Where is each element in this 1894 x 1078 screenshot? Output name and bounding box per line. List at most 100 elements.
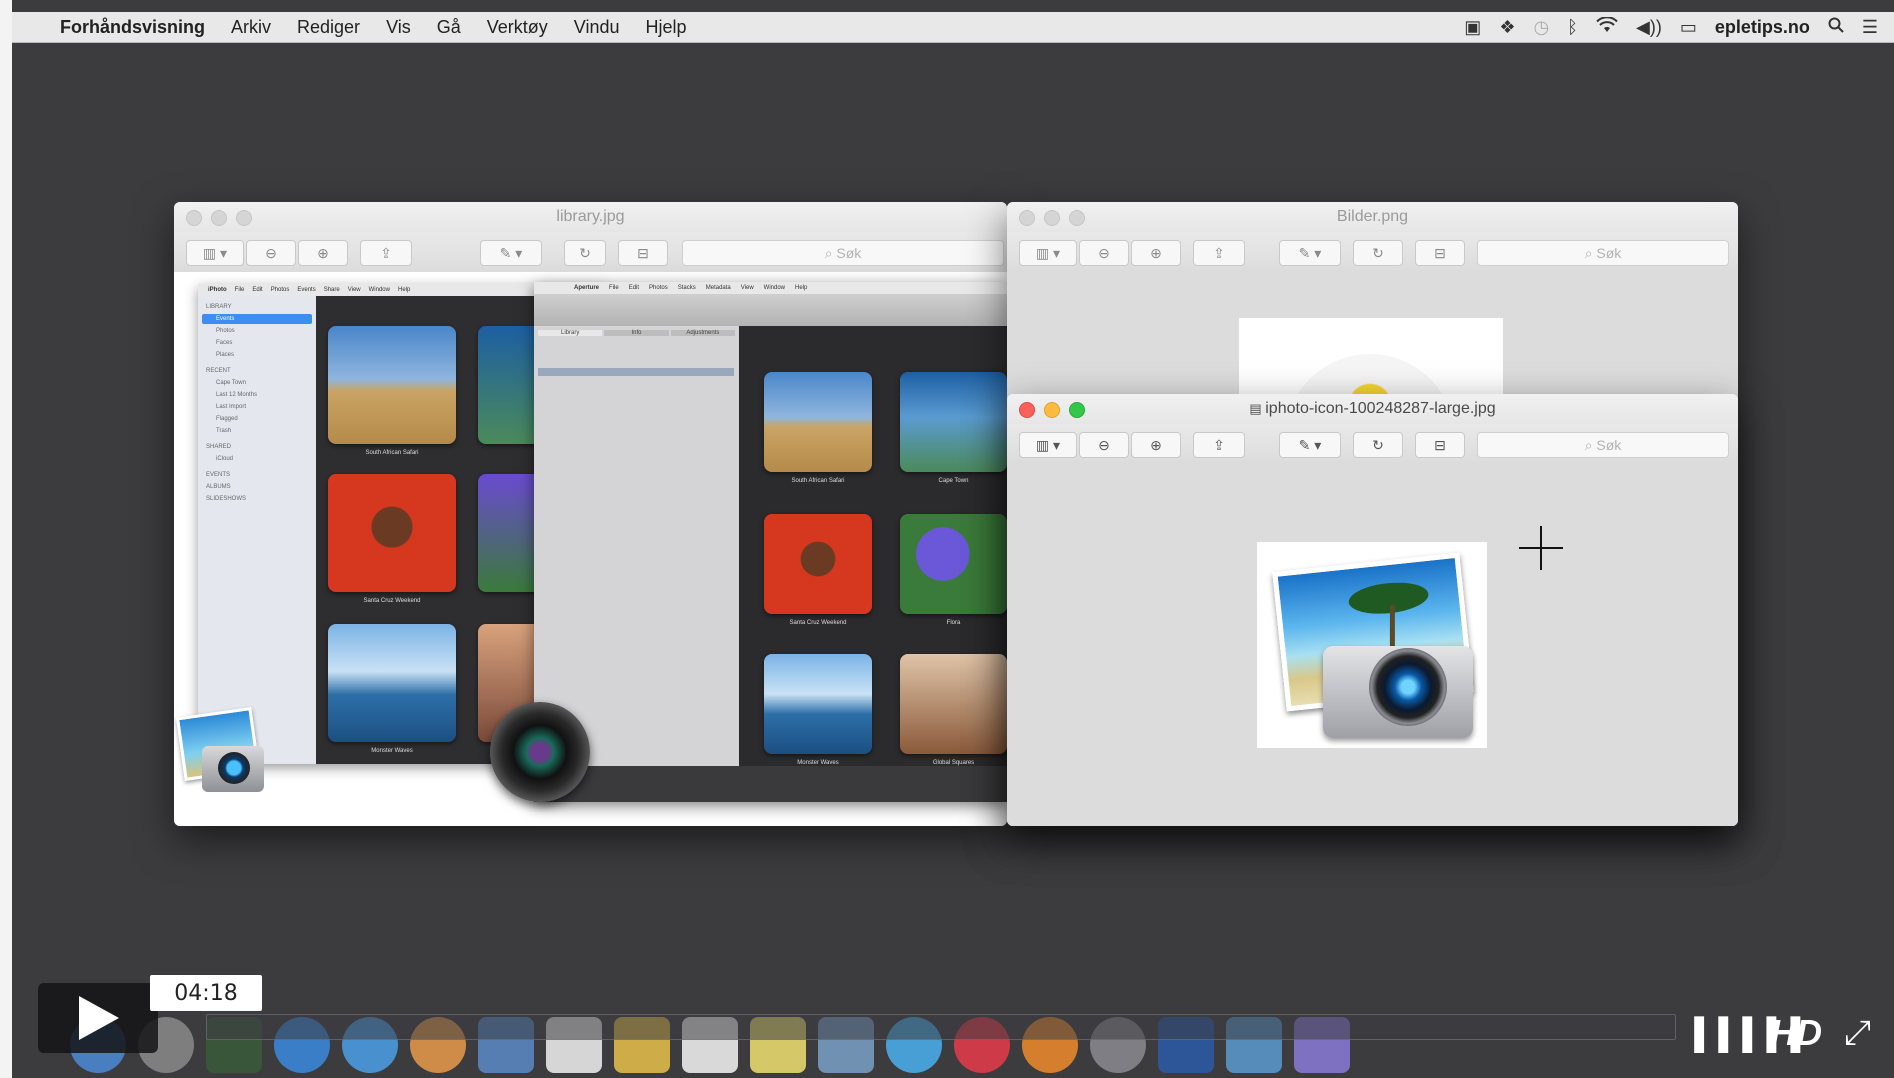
search-field[interactable]: ⌕ Søk [682, 240, 1004, 266]
aperture-menu-item: File [609, 285, 619, 291]
left-edge [0, 0, 12, 1078]
menu-hjelp[interactable]: Hjelp [646, 17, 687, 38]
camera-lens [1369, 648, 1447, 726]
window-toolbar: ▥ ▾ ⊖ ⊕ ⇪ ✎ ▾ ↻ ⊟ ⌕ Søk [1007, 424, 1738, 465]
aperture-app-icon [490, 702, 590, 802]
sidebar-label: Trash [216, 428, 232, 434]
sidebar-label: SHARED [206, 444, 232, 450]
dropbox-icon[interactable]: ❖ [1499, 17, 1515, 38]
volume-icon[interactable]: ◀)) [1636, 17, 1662, 38]
markup-button[interactable]: ✎ ▾ [480, 240, 542, 266]
iphoto-app-icon [175, 707, 270, 804]
menu-rediger[interactable]: Rediger [297, 17, 360, 38]
share-button[interactable]: ⇪ [1193, 240, 1245, 266]
progress-bar[interactable] [206, 1014, 1676, 1040]
zoom-in-button[interactable]: ⊕ [1131, 240, 1181, 266]
markup-button[interactable]: ✎ ▾ [1279, 432, 1341, 458]
menu-arkiv[interactable]: Arkiv [231, 17, 271, 38]
toolbox-button[interactable]: ⊟ [618, 240, 668, 266]
iphoto-menu-item: Events [297, 287, 316, 293]
play-button[interactable] [38, 983, 158, 1053]
iphoto-menu-item: Edit [252, 287, 263, 293]
aperture-selection [538, 368, 734, 376]
toolbox-button[interactable]: ⊟ [1415, 432, 1465, 458]
iphoto-menu-item: View [347, 287, 361, 293]
photo-caption: Santa Cruz Weekend [789, 620, 847, 626]
toolbox-button[interactable]: ⊟ [1415, 240, 1465, 266]
sidebar-toggle-button[interactable]: ▥ ▾ [186, 240, 244, 266]
menu-vis[interactable]: Vis [386, 17, 411, 38]
rotate-button[interactable]: ↻ [1353, 432, 1403, 458]
screen-recording-icon[interactable]: ▣ [1464, 17, 1481, 38]
search-field[interactable]: ⌕ Søk [1477, 240, 1729, 266]
sidebar-label: ALBUMS [206, 484, 231, 490]
search-field[interactable]: ⌕ Søk [1477, 432, 1729, 458]
aperture-tabs: Library Info Adjustments [534, 326, 739, 340]
zoom-out-button[interactable]: ⊖ [1079, 240, 1129, 266]
rotate-button[interactable]: ↻ [564, 240, 606, 266]
sidebar-label: EVENTS [206, 472, 231, 478]
window-library[interactable]: library.jpg ▥ ▾ ⊖ ⊕ ⇪ ✎ ▾ ↻ ⊟ ⌕ Søk iPho… [174, 202, 1007, 826]
hd-toggle[interactable]: HD [1770, 1012, 1822, 1054]
user-label[interactable]: epletips.no [1715, 17, 1810, 38]
sidebar-label: Cape Town [216, 380, 246, 386]
photo-caption: South African Safari [365, 450, 419, 456]
battery-icon[interactable]: ▭ [1680, 17, 1697, 38]
menu-app-name[interactable]: Forhåndsvisning [60, 17, 205, 38]
iphoto-icon-canvas [1257, 542, 1487, 748]
aperture-menu-item: Photos [649, 285, 668, 291]
iphoto-menu-item: Help [397, 287, 411, 293]
window-toolbar: ▥ ▾ ⊖ ⊕ ⇪ ✎ ▾ ↻ ⊟ ⌕ Søk [174, 232, 1007, 273]
bluetooth-icon[interactable]: ᛒ [1567, 17, 1578, 38]
aperture-menubar: Aperture File Edit Photos Stacks Metadat… [534, 282, 1007, 294]
window-titlebar[interactable]: library.jpg [174, 202, 1007, 232]
zoom-out-button[interactable]: ⊖ [246, 240, 296, 266]
photos-app-icon [1239, 318, 1503, 398]
iphoto-sidebar: LIBRARY Events Photos Faces Places RECEN… [198, 296, 316, 764]
wifi-icon[interactable] [1596, 15, 1618, 38]
photo-thumbnail [328, 624, 456, 742]
spotlight-search-icon[interactable] [1828, 17, 1844, 38]
window-title: Bilder.png [1336, 208, 1409, 225]
aperture-menu-item: Help [795, 285, 808, 291]
status-area: ▣ ❖ ◷ ᛒ ◀)) ▭ epletips.no ☰ [1464, 15, 1894, 38]
window-iphoto-icon[interactable]: ▤ iphoto-icon-100248287-large.jpg ▥ ▾ ⊖ … [1007, 394, 1738, 826]
search-icon: ⌕ [1584, 244, 1597, 261]
share-button[interactable]: ⇪ [1193, 432, 1245, 458]
window-titlebar[interactable]: Bilder.png [1007, 202, 1738, 232]
menu-vindu[interactable]: Vindu [574, 17, 620, 38]
sidebar-toggle-button[interactable]: ▥ ▾ [1019, 240, 1077, 266]
window-titlebar[interactable]: ▤ iphoto-icon-100248287-large.jpg [1007, 394, 1738, 424]
aperture-tab: Info [604, 330, 669, 336]
sidebar-label: Last 12 Months [216, 392, 258, 398]
sidebar-label: LIBRARY [206, 304, 232, 310]
sidebar-label: Places [216, 352, 235, 358]
photo-caption: Santa Cruz Weekend [363, 598, 421, 604]
sidebar-label: Faces [216, 340, 233, 346]
rotate-button[interactable]: ↻ [1353, 240, 1403, 266]
aperture-tab: Adjustments [670, 330, 735, 336]
iphoto-menu-item: iPhoto [208, 287, 227, 293]
zoom-out-button[interactable]: ⊖ [1079, 432, 1129, 458]
search-icon: ⌕ [1584, 436, 1597, 453]
window-title: library.jpg [556, 208, 625, 225]
aperture-menu-item: Window [763, 285, 786, 291]
menu-ga[interactable]: Gå [437, 17, 461, 38]
fullscreen-icon[interactable]: ⤢ [1844, 1014, 1871, 1053]
zoom-in-button[interactable]: ⊕ [298, 240, 348, 266]
iphoto-icon-image [1007, 464, 1738, 826]
play-icon [79, 996, 119, 1040]
time-machine-icon[interactable]: ◷ [1533, 17, 1549, 38]
photo-caption: Monster Waves [797, 760, 839, 766]
share-button[interactable]: ⇪ [360, 240, 412, 266]
menu-verktoy[interactable]: Verktøy [487, 17, 548, 38]
markup-button[interactable]: ✎ ▾ [1279, 240, 1341, 266]
zoom-in-button[interactable]: ⊕ [1131, 432, 1181, 458]
sidebar-toggle-button[interactable]: ▥ ▾ [1019, 432, 1077, 458]
menu-bar: Forhåndsvisning Arkiv Rediger Vis Gå Ver… [12, 12, 1894, 43]
aperture-menu-item: Edit [628, 285, 640, 291]
window-title-text: iphoto-icon-100248287-large.jpg [1265, 400, 1496, 417]
aperture-screenshot: Aperture File Edit Photos Stacks Metadat… [534, 282, 1007, 802]
notification-center-icon[interactable]: ☰ [1862, 17, 1878, 38]
sidebar-label: Events [216, 316, 235, 322]
